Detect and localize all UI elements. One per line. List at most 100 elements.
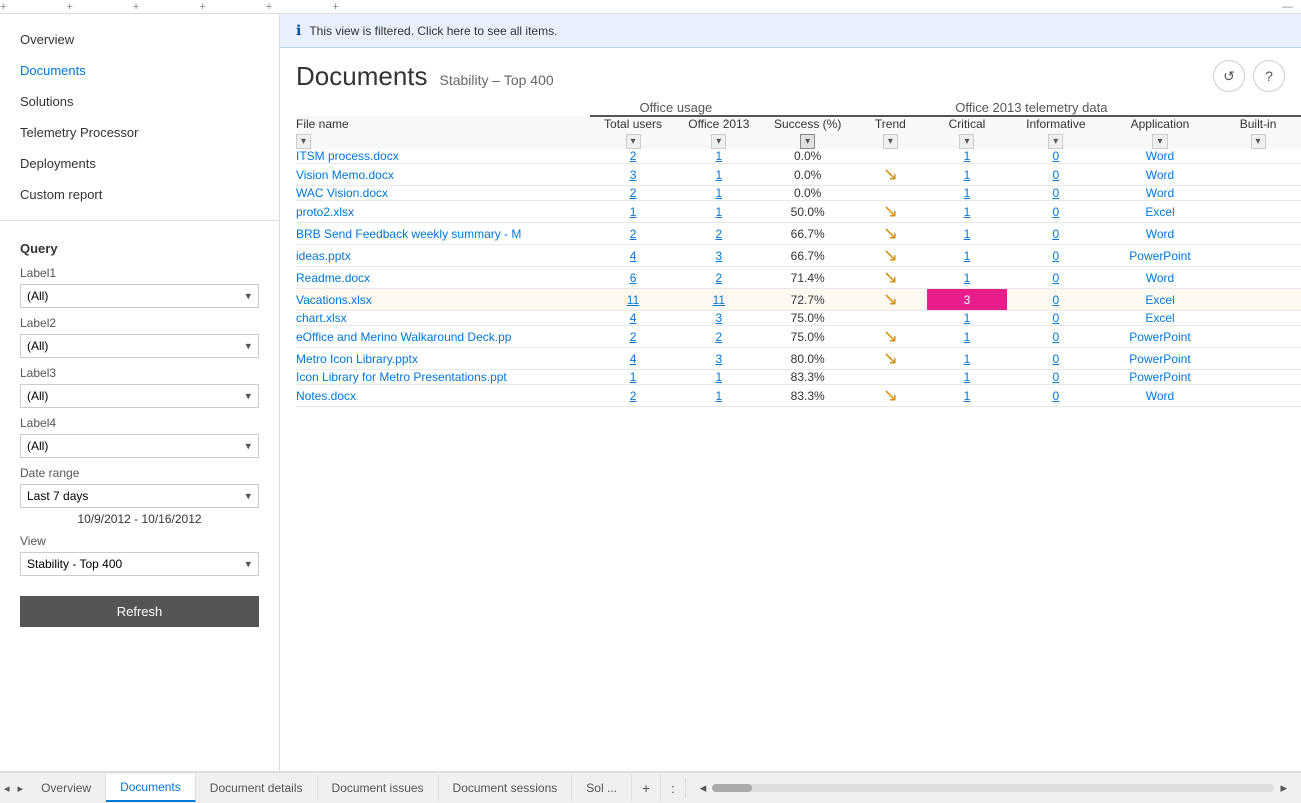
sidebar-item-telemetry[interactable]: Telemetry Processor — [20, 117, 259, 148]
filter-trend-btn[interactable]: ▾ — [883, 134, 898, 149]
cell-critical[interactable]: 1 — [927, 267, 1007, 289]
cell-application[interactable]: Word — [1105, 164, 1215, 186]
sidebar-item-documents[interactable]: Documents — [20, 55, 259, 86]
nav-next-arrow[interactable]: ▸ — [14, 780, 28, 797]
cell-critical[interactable]: 1 — [927, 311, 1007, 326]
cell-application[interactable]: Word — [1105, 385, 1215, 407]
cell-office-2013[interactable]: 3 — [676, 348, 762, 370]
sidebar-item-overview[interactable]: Overview — [20, 24, 259, 55]
cell-office-2013[interactable]: 3 — [676, 311, 762, 326]
cell-filename[interactable]: Readme.docx — [296, 267, 590, 289]
cell-office-2013[interactable]: 11 — [676, 289, 762, 311]
date-range-select[interactable]: Last 7 days — [20, 484, 259, 508]
refresh-button[interactable]: Refresh — [20, 596, 259, 627]
cell-office-2013[interactable]: 2 — [676, 267, 762, 289]
filter-total-users-btn[interactable]: ▾ — [626, 134, 641, 149]
filter-informative-btn[interactable]: ▾ — [1048, 134, 1063, 149]
cell-total-users[interactable]: 1 — [590, 201, 676, 223]
cell-total-users[interactable]: 3 — [590, 164, 676, 186]
top-add-2[interactable]: + — [66, 1, 72, 13]
cell-application[interactable]: Word — [1105, 267, 1215, 289]
label4-select[interactable]: (All) — [20, 434, 259, 458]
cell-informative[interactable]: 0 — [1007, 149, 1105, 164]
cell-application[interactable]: PowerPoint — [1105, 348, 1215, 370]
tab-document-sessions[interactable]: Document sessions — [439, 775, 573, 801]
cell-office-2013[interactable]: 1 — [676, 164, 762, 186]
cell-application[interactable]: Word — [1105, 223, 1215, 245]
cell-office-2013[interactable]: 1 — [676, 385, 762, 407]
cell-filename[interactable]: ideas.pptx — [296, 245, 590, 267]
cell-critical[interactable]: 1 — [927, 245, 1007, 267]
sidebar-item-deployments[interactable]: Deployments — [20, 148, 259, 179]
cell-application[interactable]: Excel — [1105, 311, 1215, 326]
cell-filename[interactable]: eOffice and Merino Walkaround Deck.pp — [296, 326, 590, 348]
cell-total-users[interactable]: 4 — [590, 311, 676, 326]
cell-office-2013[interactable]: 1 — [676, 149, 762, 164]
filter-built-in-btn[interactable]: ▾ — [1251, 134, 1266, 149]
cell-critical[interactable]: 1 — [927, 164, 1007, 186]
sidebar-item-custom[interactable]: Custom report — [20, 179, 259, 210]
cell-application[interactable]: Word — [1105, 186, 1215, 201]
label1-select[interactable]: (All) — [20, 284, 259, 308]
scroll-left-arrow[interactable]: ◂ — [694, 778, 713, 798]
cell-critical[interactable]: 1 — [927, 326, 1007, 348]
top-add-3[interactable]: + — [133, 1, 139, 13]
top-minimize[interactable]: — — [1282, 1, 1293, 13]
cell-application[interactable]: Excel — [1105, 201, 1215, 223]
tab-overview[interactable]: Overview — [27, 775, 106, 801]
filter-filename-btn[interactable]: ▾ — [296, 134, 311, 149]
cell-filename[interactable]: chart.xlsx — [296, 311, 590, 326]
tab-document-details[interactable]: Document details — [196, 775, 318, 801]
cell-office-2013[interactable]: 2 — [676, 326, 762, 348]
cell-filename[interactable]: Vision Memo.docx — [296, 164, 590, 186]
label3-select[interactable]: (All) — [20, 384, 259, 408]
cell-informative[interactable]: 0 — [1007, 201, 1105, 223]
filter-application-btn[interactable]: ▾ — [1152, 134, 1167, 149]
cell-filename[interactable]: Icon Library for Metro Presentations.ppt — [296, 370, 590, 385]
cell-filename[interactable]: Metro Icon Library.pptx — [296, 348, 590, 370]
filter-critical-btn[interactable]: ▾ — [959, 134, 974, 149]
scroll-thumb[interactable] — [712, 784, 752, 792]
cell-informative[interactable]: 0 — [1007, 267, 1105, 289]
cell-informative[interactable]: 0 — [1007, 186, 1105, 201]
cell-filename[interactable]: WAC Vision.docx — [296, 186, 590, 201]
cell-informative[interactable]: 0 — [1007, 164, 1105, 186]
cell-total-users[interactable]: 1 — [590, 370, 676, 385]
cell-office-2013[interactable]: 1 — [676, 370, 762, 385]
cell-critical[interactable]: 1 — [927, 370, 1007, 385]
cell-informative[interactable]: 0 — [1007, 245, 1105, 267]
nav-prev-arrow[interactable]: ◂ — [0, 780, 14, 797]
cell-total-users[interactable]: 2 — [590, 149, 676, 164]
cell-informative[interactable]: 0 — [1007, 370, 1105, 385]
cell-critical[interactable]: 1 — [927, 201, 1007, 223]
cell-informative[interactable]: 0 — [1007, 311, 1105, 326]
tab-dots[interactable]: : — [661, 775, 685, 802]
cell-application[interactable]: Excel — [1105, 289, 1215, 311]
cell-total-users[interactable]: 11 — [590, 289, 676, 311]
cell-application[interactable]: PowerPoint — [1105, 245, 1215, 267]
view-select[interactable]: Stability - Top 400 — [20, 552, 259, 576]
cell-office-2013[interactable]: 1 — [676, 186, 762, 201]
sidebar-item-solutions[interactable]: Solutions — [20, 86, 259, 117]
cell-critical[interactable]: 1 — [927, 223, 1007, 245]
label2-select[interactable]: (All) — [20, 334, 259, 358]
cell-total-users[interactable]: 4 — [590, 245, 676, 267]
refresh-icon-button[interactable]: ↺ — [1213, 60, 1245, 92]
cell-filename[interactable]: Notes.docx — [296, 385, 590, 407]
info-bar[interactable]: ℹ This view is filtered. Click here to s… — [280, 14, 1301, 48]
cell-total-users[interactable]: 4 — [590, 348, 676, 370]
add-tab-button[interactable]: + — [632, 774, 661, 802]
cell-total-users[interactable]: 2 — [590, 385, 676, 407]
filter-success-btn[interactable]: ▾ — [800, 134, 815, 149]
cell-informative[interactable]: 0 — [1007, 289, 1105, 311]
cell-informative[interactable]: 0 — [1007, 348, 1105, 370]
cell-informative[interactable]: 0 — [1007, 385, 1105, 407]
tab-documents[interactable]: Documents — [106, 774, 196, 802]
cell-filename[interactable]: ITSM process.docx — [296, 149, 590, 164]
cell-critical[interactable]: 1 — [927, 186, 1007, 201]
scroll-right-arrow[interactable]: ▸ — [1274, 778, 1293, 798]
cell-application[interactable]: Word — [1105, 149, 1215, 164]
cell-total-users[interactable]: 2 — [590, 186, 676, 201]
cell-total-users[interactable]: 2 — [590, 223, 676, 245]
cell-critical[interactable]: 1 — [927, 149, 1007, 164]
